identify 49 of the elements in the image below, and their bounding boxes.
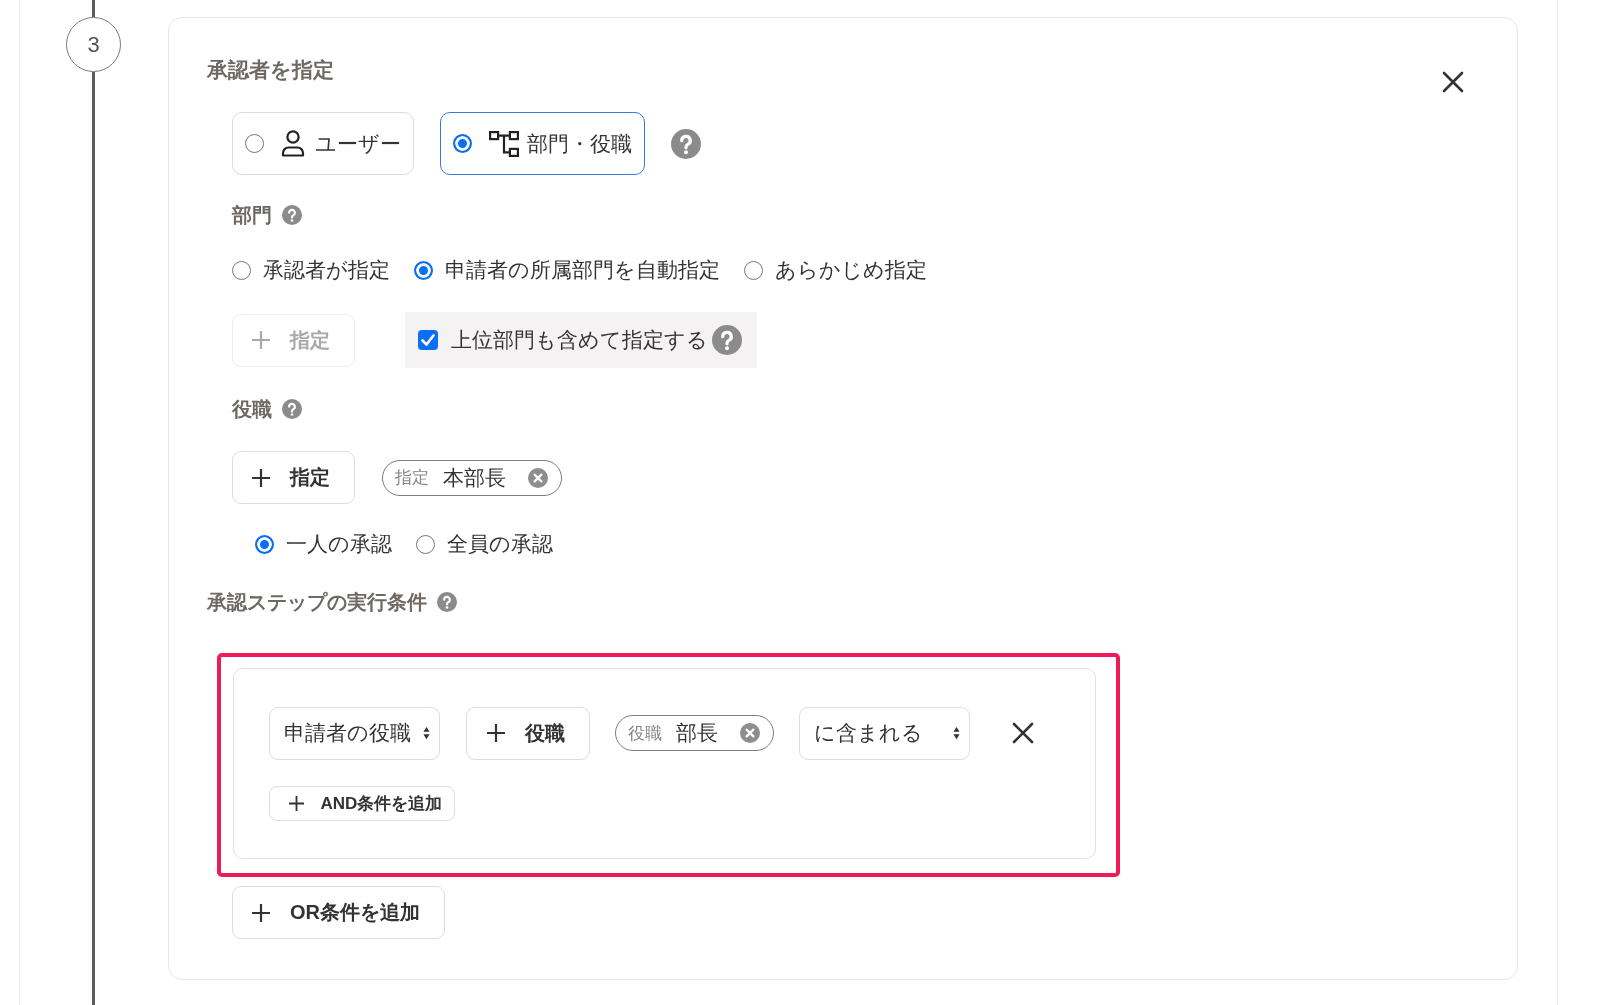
tag-prefix: 役職: [627, 722, 662, 745]
help-icon[interactable]: [437, 592, 457, 612]
add-button[interactable]: OR条件を追加: [232, 886, 445, 939]
close-icon[interactable]: [1010, 721, 1035, 745]
option-label: 申請者の所属部門を自動指定: [445, 257, 720, 283]
radio-button[interactable]: [255, 534, 274, 554]
radio-button[interactable]: [414, 260, 433, 280]
help-icon[interactable]: [282, 205, 302, 225]
radio-button[interactable]: [416, 534, 435, 554]
clear-icon[interactable]: [739, 723, 760, 743]
select-field[interactable]: 申請者の役職: [268, 706, 440, 760]
help-icon[interactable]: [282, 399, 302, 419]
select-field[interactable]: に含まれる: [798, 706, 970, 760]
tag-value: 部長: [675, 720, 718, 746]
radio-button[interactable]: [245, 134, 264, 153]
option-label: 一人の承認: [286, 531, 392, 557]
add-button[interactable]: 指定: [232, 451, 355, 504]
add-and-condition-button[interactable]: AND条件を追加: [268, 785, 456, 821]
plus-icon: [252, 903, 270, 922]
plus-icon: [486, 724, 505, 742]
section-label: 役職: [232, 397, 272, 422]
help-icon[interactable]: [712, 325, 742, 355]
option-label: あらかじめ指定: [775, 257, 927, 283]
close-icon[interactable]: [1441, 70, 1465, 94]
option-label: 全員の承認: [447, 531, 553, 557]
add-button[interactable]: 役職: [465, 706, 590, 760]
select-arrows-icon: [952, 726, 960, 740]
section-label: 承認ステップの実行条件: [207, 590, 427, 615]
org-chart-icon: [489, 130, 519, 157]
tag-value: 本部長: [443, 464, 506, 491]
option-label: 承認者が指定: [263, 257, 390, 283]
radio-button[interactable]: [744, 260, 763, 280]
select-arrows-icon: [422, 726, 430, 740]
approver-type-option[interactable]: ユーザー: [232, 112, 414, 175]
radio-button[interactable]: [232, 260, 251, 280]
person-icon: [281, 130, 305, 157]
checkbox[interactable]: [418, 330, 438, 350]
approver-type-option[interactable]: 部門・役職: [440, 112, 645, 175]
tag-prefix: 指定: [395, 467, 429, 489]
radio-button[interactable]: [453, 134, 472, 153]
clear-icon[interactable]: [528, 467, 548, 488]
plus-icon: [288, 795, 304, 811]
section-title: 承認者を指定: [207, 57, 334, 83]
help-icon[interactable]: [671, 128, 701, 159]
plus-icon: [252, 468, 270, 487]
section-label: 部門: [232, 203, 272, 228]
step-number: 3: [66, 17, 121, 72]
plus-icon: [252, 331, 270, 349]
checkbox-label: 上位部門も含めて指定する: [451, 327, 708, 353]
